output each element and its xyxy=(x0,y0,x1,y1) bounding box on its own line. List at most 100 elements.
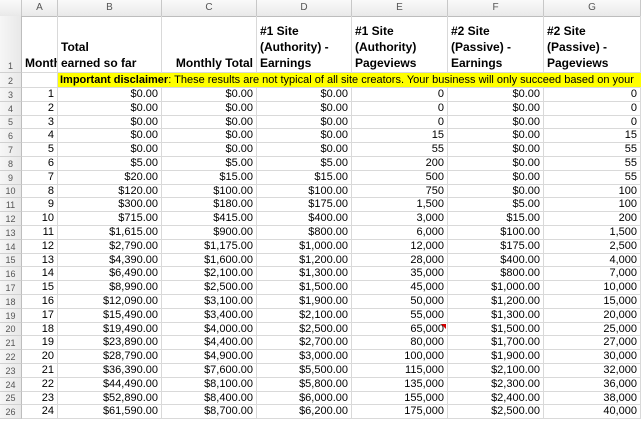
cell-site2-earnings[interactable]: $0.00 xyxy=(448,157,544,171)
row-header[interactable]: 2 xyxy=(0,73,22,88)
cell-site2-pageviews[interactable]: 55 xyxy=(544,170,641,185)
header-cell-monthly-total[interactable]: Monthly Total xyxy=(162,16,257,73)
header-cell-site2-earnings[interactable]: #2 Site (Passive) - Earnings xyxy=(448,16,544,73)
cell-month[interactable]: 16 xyxy=(22,295,58,309)
header-cell-site2-pageviews[interactable]: #2 Site (Passive) - Pageviews xyxy=(544,16,641,73)
cell-site2-pageviews[interactable]: 0 xyxy=(544,88,641,102)
cell-total-earned[interactable]: $52,890.00 xyxy=(58,391,162,406)
cell-site2-pageviews[interactable]: 100 xyxy=(544,198,641,213)
cell-site1-pageviews[interactable]: 750 xyxy=(352,184,448,199)
cell-site2-pageviews[interactable]: 32,000 xyxy=(544,364,641,378)
cell-monthly-total[interactable]: $415.00 xyxy=(162,212,257,226)
cell-total-earned[interactable]: $5.00 xyxy=(58,157,162,171)
row-header[interactable]: 17 xyxy=(0,281,22,295)
cell-site2-earnings[interactable]: $2,500.00 xyxy=(448,405,544,420)
row-header[interactable]: 11 xyxy=(0,198,22,213)
column-header-c[interactable]: C xyxy=(162,0,257,16)
cell-site2-earnings[interactable]: $1,700.00 xyxy=(448,336,544,351)
row-header[interactable]: 12 xyxy=(0,212,22,226)
cell-total-earned[interactable]: $0.00 xyxy=(58,143,162,157)
cell-site1-earnings[interactable]: $5.00 xyxy=(257,157,352,171)
column-header-b[interactable]: B xyxy=(58,0,162,16)
empty-cell[interactable] xyxy=(22,73,58,88)
cell-month[interactable]: 21 xyxy=(22,364,58,378)
cell-site1-pageviews[interactable]: 135,000 xyxy=(352,377,448,392)
cell-total-earned[interactable]: $12,090.00 xyxy=(58,295,162,309)
cell-monthly-total[interactable]: $7,600.00 xyxy=(162,364,257,378)
cell-site1-pageviews[interactable]: 50,000 xyxy=(352,295,448,309)
cell-site1-earnings[interactable]: $1,000.00 xyxy=(257,239,352,254)
cell-site2-pageviews[interactable]: 100 xyxy=(544,184,641,199)
column-header-f[interactable]: F xyxy=(448,0,544,16)
cell-total-earned[interactable]: $0.00 xyxy=(58,115,162,130)
row-header[interactable]: 22 xyxy=(0,350,22,364)
cell-site2-earnings[interactable]: $800.00 xyxy=(448,267,544,282)
cell-total-earned[interactable]: $19,490.00 xyxy=(58,322,162,337)
cell-site2-earnings[interactable]: $1,900.00 xyxy=(448,350,544,364)
cell-site2-earnings[interactable]: $1,000.00 xyxy=(448,281,544,295)
cell-monthly-total[interactable]: $3,100.00 xyxy=(162,295,257,309)
cell-site2-earnings[interactable]: $1,200.00 xyxy=(448,295,544,309)
cell-site1-earnings[interactable]: $15.00 xyxy=(257,170,352,185)
header-cell-month[interactable]: Month xyxy=(22,16,58,73)
cell-site2-earnings[interactable]: $100.00 xyxy=(448,226,544,240)
cell-month[interactable]: 14 xyxy=(22,267,58,282)
row-header[interactable]: 7 xyxy=(0,143,22,157)
row-header[interactable]: 20 xyxy=(0,322,22,337)
cell-site1-earnings[interactable]: $1,200.00 xyxy=(257,253,352,268)
cell-total-earned[interactable]: $15,490.00 xyxy=(58,308,162,323)
cell-site2-earnings[interactable]: $0.00 xyxy=(448,129,544,144)
column-header-a[interactable]: A xyxy=(22,0,58,16)
cell-site1-earnings[interactable]: $6,000.00 xyxy=(257,391,352,406)
cell-total-earned[interactable]: $20.00 xyxy=(58,170,162,185)
row-header[interactable]: 9 xyxy=(0,170,22,185)
cell-total-earned[interactable]: $120.00 xyxy=(58,184,162,199)
cell-site2-pageviews[interactable]: 0 xyxy=(544,101,641,116)
cell-site2-pageviews[interactable]: 55 xyxy=(544,143,641,157)
cell-total-earned[interactable]: $28,790.00 xyxy=(58,350,162,364)
cell-site1-pageviews[interactable]: 28,000 xyxy=(352,253,448,268)
cell-total-earned[interactable]: $44,490.00 xyxy=(58,377,162,392)
cell-month[interactable]: 6 xyxy=(22,157,58,171)
cell-total-earned[interactable]: $6,490.00 xyxy=(58,267,162,282)
cell-site1-pageviews[interactable]: 0 xyxy=(352,115,448,130)
cell-site1-pageviews[interactable]: 45,000 xyxy=(352,281,448,295)
cell-site1-earnings[interactable]: $5,800.00 xyxy=(257,377,352,392)
cell-monthly-total[interactable]: $0.00 xyxy=(162,129,257,144)
cell-site1-pageviews[interactable]: 6,000 xyxy=(352,226,448,240)
cell-total-earned[interactable]: $8,990.00 xyxy=(58,281,162,295)
cell-site2-pageviews[interactable]: 36,000 xyxy=(544,377,641,392)
select-all-corner[interactable] xyxy=(0,0,22,16)
cell-site2-earnings[interactable]: $175.00 xyxy=(448,239,544,254)
column-header-d[interactable]: D xyxy=(257,0,352,16)
cell-site1-pageviews[interactable]: 200 xyxy=(352,157,448,171)
cell-month[interactable]: 10 xyxy=(22,212,58,226)
cell-monthly-total[interactable]: $4,400.00 xyxy=(162,336,257,351)
cell-site1-earnings[interactable]: $100.00 xyxy=(257,184,352,199)
cell-site2-pageviews[interactable]: 4,000 xyxy=(544,253,641,268)
row-header[interactable]: 3 xyxy=(0,88,22,102)
cell-site1-earnings[interactable]: $1,900.00 xyxy=(257,295,352,309)
cell-site1-earnings[interactable]: $175.00 xyxy=(257,198,352,213)
cell-month[interactable]: 20 xyxy=(22,350,58,364)
cell-site1-pageviews[interactable]: 500 xyxy=(352,170,448,185)
cell-month[interactable]: 2 xyxy=(22,101,58,116)
cell-site2-earnings[interactable]: $400.00 xyxy=(448,253,544,268)
row-header[interactable]: 19 xyxy=(0,308,22,323)
cell-site2-earnings[interactable]: $2,100.00 xyxy=(448,364,544,378)
column-header-g[interactable]: G xyxy=(544,0,641,16)
cell-site2-pageviews[interactable]: 25,000 xyxy=(544,322,641,337)
row-header[interactable]: 8 xyxy=(0,157,22,171)
cell-site2-pageviews[interactable]: 38,000 xyxy=(544,391,641,406)
cell-site1-pageviews[interactable]: 115,000 xyxy=(352,364,448,378)
cell-monthly-total[interactable]: $180.00 xyxy=(162,198,257,213)
cell-total-earned[interactable]: $4,390.00 xyxy=(58,253,162,268)
cell-site2-pageviews[interactable]: 27,000 xyxy=(544,336,641,351)
cell-total-earned[interactable]: $0.00 xyxy=(58,88,162,102)
cell-site2-earnings[interactable]: $0.00 xyxy=(448,184,544,199)
cell-site2-pageviews[interactable]: 40,000 xyxy=(544,405,641,420)
cell-month[interactable]: 3 xyxy=(22,115,58,130)
cell-monthly-total[interactable]: $4,900.00 xyxy=(162,350,257,364)
row-header[interactable]: 15 xyxy=(0,253,22,268)
cell-site2-pageviews[interactable]: 2,500 xyxy=(544,239,641,254)
